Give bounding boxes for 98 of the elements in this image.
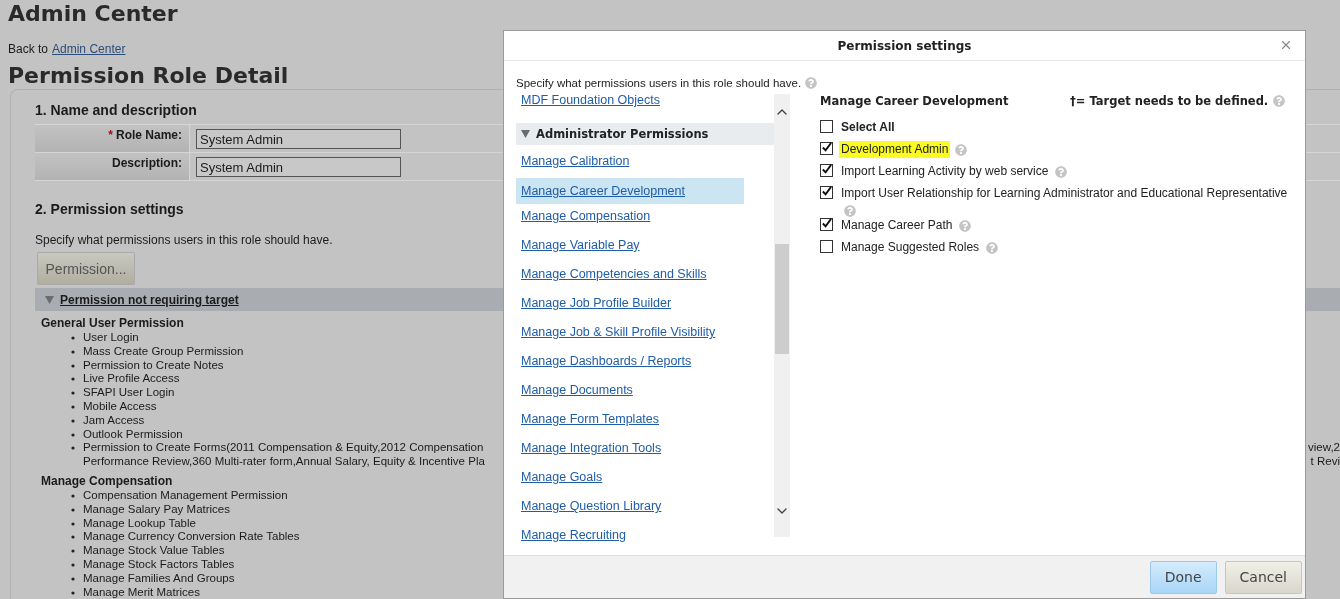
- option-label: Manage Career Path: [840, 217, 954, 234]
- option-label: Development Admin: [839, 141, 951, 158]
- permission-category-link[interactable]: Manage Competencies and Skills: [516, 265, 749, 294]
- permission-category-link[interactable]: Manage Form Templates: [516, 410, 749, 439]
- bullet-icon: [71, 446, 75, 451]
- section-description: Specify what permissions users in this role should have.: [35, 233, 333, 249]
- permission-item: Outlook Permission: [83, 427, 183, 442]
- permission-item: Manage Currency Conversion Rate Tables: [83, 530, 300, 545]
- page-heading: Permission Role Detail: [8, 63, 289, 89]
- permission-button[interactable]: Permission...: [37, 252, 135, 285]
- permission-item: Manage Lookup Table: [83, 516, 196, 531]
- option-label: Manage Suggested Roles: [840, 239, 981, 256]
- help-icon[interactable]: [986, 241, 999, 254]
- bullet-icon: [71, 377, 75, 382]
- bullet-icon: [71, 549, 75, 554]
- checkbox[interactable]: [820, 240, 833, 253]
- bullet-icon: [71, 562, 75, 567]
- scrollbar[interactable]: [774, 94, 790, 537]
- permission-item: Mass Create Group Permission: [83, 344, 244, 359]
- permission-category-link[interactable]: Manage Question Library: [516, 497, 749, 526]
- permission-item: Manage Merit Matrices: [83, 585, 200, 599]
- bullet-icon: [71, 493, 75, 498]
- permission-item: Manage Stock Factors Tables: [83, 557, 235, 572]
- option-label: Import Learning Activity by web service: [840, 163, 1050, 180]
- checkbox[interactable]: [820, 218, 833, 231]
- permission-item: User Login: [83, 331, 139, 345]
- checkbox[interactable]: [820, 142, 833, 155]
- permission-item: Compensation Management Permission: [83, 488, 288, 503]
- done-button[interactable]: Done: [1149, 560, 1217, 594]
- category-title: Manage Compensation: [41, 473, 173, 489]
- permission-category-link[interactable]: Manage Variable Pay: [516, 236, 749, 265]
- permission-group-header[interactable]: Administrator Permissions: [516, 123, 774, 145]
- group-title: Administrator Permissions: [536, 127, 709, 141]
- bullet-icon: [71, 363, 75, 368]
- help-icon[interactable]: [805, 77, 818, 89]
- field-label: Description:: [35, 153, 190, 180]
- permission-category-link[interactable]: Manage Goals: [516, 468, 749, 497]
- text-field[interactable]: System Admin: [196, 129, 401, 149]
- dialog-title: Permission settings: [837, 38, 972, 53]
- bullet-icon: [71, 535, 75, 540]
- permission-category-link[interactable]: Manage Calibration: [516, 152, 749, 181]
- text-field[interactable]: System Admin: [196, 157, 401, 177]
- help-icon[interactable]: [955, 143, 968, 156]
- permission-item: Manage Families And Groups: [83, 571, 235, 586]
- bullet-icon: [71, 521, 75, 526]
- section-title: 2. Permission settings: [35, 201, 184, 219]
- category-title: General User Permission: [41, 316, 184, 331]
- bullet-icon: [71, 405, 75, 409]
- option-label: Select All: [840, 119, 896, 136]
- permission-item: Permission to Create Notes: [83, 358, 224, 373]
- permission-category-link[interactable]: Manage Integration Tools: [516, 439, 749, 468]
- bullet-icon: [71, 507, 75, 512]
- bullet-icon: [71, 349, 75, 354]
- back-text: Back to: [8, 42, 49, 58]
- dialog-description: Specify what permissions users in this role should have.: [516, 77, 802, 89]
- permission-item: Mobile Access: [83, 400, 157, 414]
- permission-category-link[interactable]: Manage Job & Skill Profile Visibility: [516, 323, 749, 352]
- bullet-icon: [71, 590, 75, 595]
- bullet-icon: [71, 336, 75, 340]
- permission-category-link[interactable]: Manage Documents: [516, 381, 749, 410]
- field-label: * Role Name:: [35, 125, 190, 152]
- close-button[interactable]: [1279, 38, 1293, 52]
- checkbox[interactable]: [820, 120, 833, 133]
- bullet-icon: [71, 576, 75, 581]
- permission-item: Permission to Create Forms(2011 Compensation & Equity,2012 Compensation: [83, 441, 484, 456]
- back-link[interactable]: Admin Center: [52, 42, 126, 60]
- bullet-icon: [71, 391, 75, 396]
- group-link[interactable]: Permission not requiring target: [60, 292, 239, 307]
- help-icon[interactable]: [1273, 95, 1286, 107]
- page-title: Admin Center: [8, 0, 178, 28]
- legend-text: †= Target needs to be defined.: [1070, 94, 1269, 108]
- permission-category-link[interactable]: Manage Recruiting: [516, 526, 749, 555]
- checkbox[interactable]: [820, 164, 833, 177]
- permission-category-link[interactable]: Manage Career Development: [516, 178, 744, 204]
- option-label: Import User Relationship for Learning Administrator and Educational Representative: [840, 185, 1289, 202]
- bullet-icon: [71, 418, 75, 423]
- scrollbar-thumb[interactable]: [775, 244, 789, 354]
- section-title: 1. Name and description: [35, 102, 197, 120]
- help-icon[interactable]: [844, 205, 856, 217]
- permission-category-link[interactable]: Manage Compensation: [516, 207, 749, 236]
- permission-item-fragment: view,2: [1308, 441, 1340, 456]
- help-icon[interactable]: [959, 219, 972, 232]
- permission-item: Live Profile Access: [83, 372, 180, 387]
- permission-item: Jam Access: [83, 413, 145, 428]
- checkbox[interactable]: [820, 186, 833, 199]
- expanded-triangle-icon[interactable]: [45, 295, 54, 304]
- permission-item-fragment: t Revi: [1310, 455, 1340, 469]
- permission-item: SFAPI User Login: [83, 386, 175, 400]
- help-icon[interactable]: [1055, 165, 1068, 178]
- bullet-icon: [71, 432, 75, 437]
- detail-title: Manage Career Development: [820, 94, 1009, 108]
- permission-category-link[interactable]: Manage Job Profile Builder: [516, 294, 749, 323]
- cancel-button[interactable]: Cancel: [1224, 560, 1302, 594]
- permission-item: Performance Review,360 Multi-rater form,Annual Salary, Equity & Incentive Pla: [83, 455, 485, 469]
- permission-category-link[interactable]: Manage Dashboards / Reports: [516, 352, 749, 381]
- permission-category-link[interactable]: MDF Foundation Objects: [516, 91, 749, 120]
- permission-item: Manage Stock Value Tables: [83, 544, 225, 558]
- permission-item: Manage Salary Pay Matrices: [83, 502, 230, 517]
